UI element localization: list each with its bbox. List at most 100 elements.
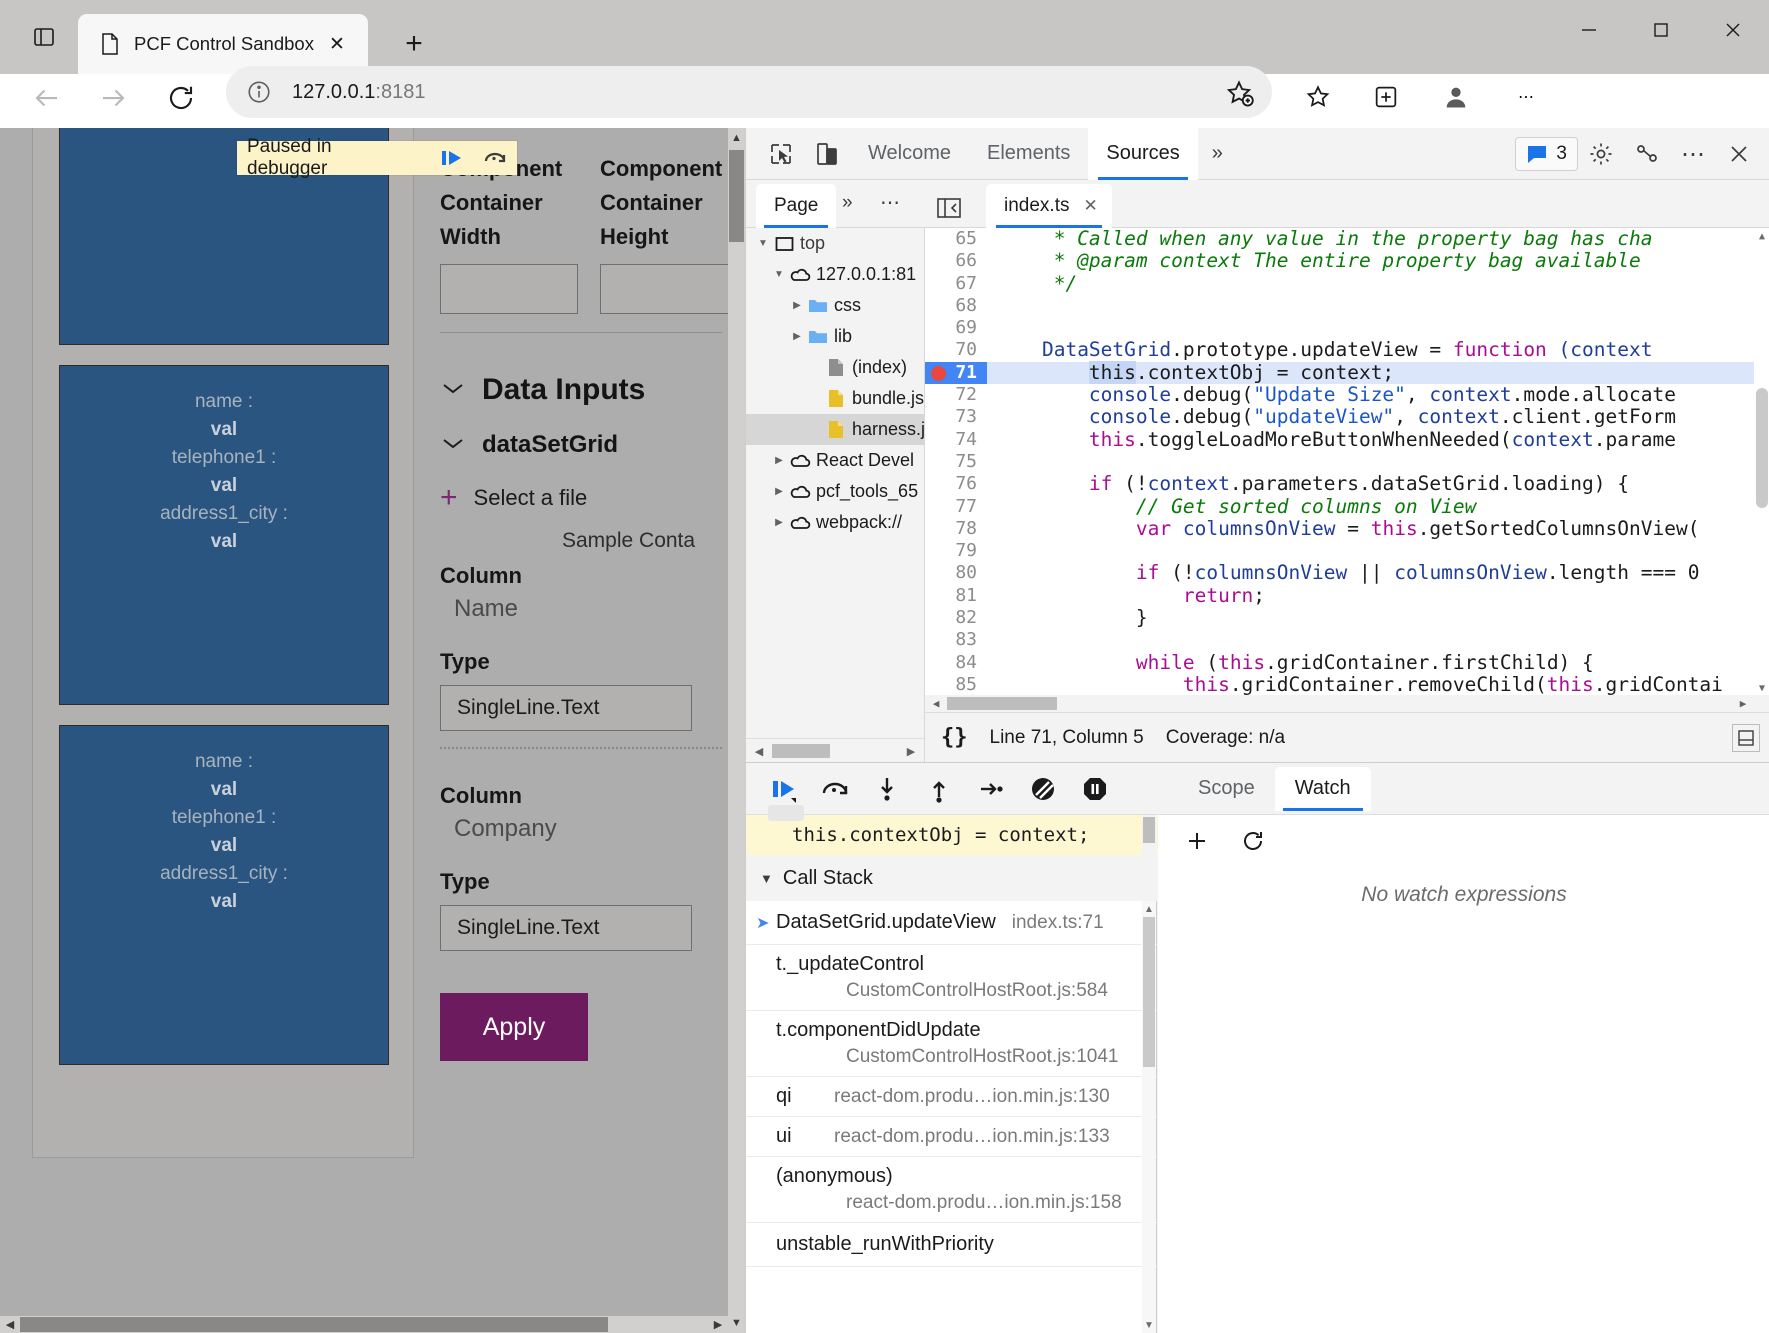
step-into-next-function-call-button[interactable] xyxy=(866,768,908,810)
page-horizontal-scrollbar[interactable]: ◀ ▶ xyxy=(0,1316,728,1333)
reload-button[interactable] xyxy=(154,71,208,125)
type-select[interactable]: SingleLine.Text xyxy=(440,905,692,951)
tree-node-react-devtools[interactable]: ▶ React Devel xyxy=(746,445,924,476)
devtools-more-icon[interactable]: ⋯ xyxy=(1670,131,1716,177)
sources-file-tree[interactable]: ▼ top ▼ 127.0.0.1:81 ▶ css xyxy=(746,228,924,738)
close-devtools-icon[interactable] xyxy=(1716,131,1762,177)
line-number[interactable]: 68 xyxy=(925,295,987,317)
type-select[interactable]: SingleLine.Text xyxy=(440,685,692,731)
code-line[interactable]: 69 xyxy=(925,317,1769,339)
scroll-right-arrow[interactable]: ▶ xyxy=(708,1316,728,1333)
paused-expression-scroll-thumb[interactable] xyxy=(1143,817,1155,843)
data-inputs-accordion[interactable]: Data Inputs xyxy=(440,373,725,407)
line-number[interactable]: 71 xyxy=(925,362,987,384)
code-line[interactable]: 75 xyxy=(925,451,1769,473)
issues-counter[interactable]: 3 xyxy=(1515,137,1578,171)
tree-hscroll-thumb[interactable] xyxy=(772,744,830,758)
code-line[interactable]: 72 console.debug("Update Size", context.… xyxy=(925,384,1769,406)
tree-scroll-right-arrow[interactable]: ▶ xyxy=(898,739,924,763)
step-out-of-current-function-button[interactable] xyxy=(918,768,960,810)
call-stack-item[interactable]: uireact-dom.produ…ion.min.js:133 xyxy=(746,1117,1157,1157)
call-stack-item[interactable]: t.componentDidUpdateCustomControlHostRoo… xyxy=(746,1011,1157,1077)
container-width-input[interactable] xyxy=(440,264,578,314)
editor-scroll-up-arrow[interactable]: ▲ xyxy=(1754,228,1769,244)
code-line[interactable]: 70 DataSetGrid.prototype.updateView = fu… xyxy=(925,339,1769,361)
add-watch-expression-icon[interactable] xyxy=(1180,824,1214,858)
editor-tab-index-ts[interactable]: index.ts ✕ xyxy=(986,184,1112,228)
call-stack-item[interactable]: (anonymous)react-dom.produ…ion.min.js:15… xyxy=(746,1157,1157,1223)
code-line[interactable]: 85 this.gridContainer.removeChild(this.g… xyxy=(925,674,1769,696)
add-favorite-icon[interactable] xyxy=(1224,78,1254,108)
twisty-icon[interactable]: ▶ xyxy=(770,486,788,497)
step-button[interactable] xyxy=(970,768,1012,810)
tree-node-origin[interactable]: ▼ 127.0.0.1:81 xyxy=(746,259,924,290)
paused-expression-scrollbar[interactable] xyxy=(1142,815,1156,855)
step-over-next-function-call-button[interactable] xyxy=(814,768,856,810)
column-value[interactable]: Name xyxy=(440,595,725,623)
column-value[interactable]: Company xyxy=(440,815,725,843)
editor-hscroll-thumb[interactable] xyxy=(947,697,1057,710)
line-number[interactable]: 66 xyxy=(925,250,987,272)
code-line[interactable]: 66 * @param context The entire property … xyxy=(925,250,1769,272)
line-number[interactable]: 69 xyxy=(925,317,987,339)
gear-icon[interactable] xyxy=(1578,131,1624,177)
open-drawer-icon[interactable] xyxy=(1732,724,1760,752)
call-stack-scroll-down-arrow[interactable]: ▼ xyxy=(1142,1317,1156,1333)
deactivate-breakpoints-button[interactable] xyxy=(1022,768,1064,810)
code-line[interactable]: 77 // Get sorted columns on View xyxy=(925,496,1769,518)
call-stack-scrollbar[interactable]: ▲ ▼ xyxy=(1142,901,1156,1333)
resume-script-button[interactable] xyxy=(429,141,473,175)
call-stack-scroll-thumb[interactable] xyxy=(1143,917,1155,1067)
tree-node-bundle-js[interactable]: bundle.js xyxy=(746,383,924,414)
line-number[interactable]: 85 xyxy=(925,674,987,696)
tree-node-index[interactable]: (index) xyxy=(746,352,924,383)
call-stack-item[interactable]: unstable_runWithPriority xyxy=(746,1223,1157,1267)
address-bar[interactable]: 127.0.0.1:8181 xyxy=(226,66,1272,118)
line-number[interactable]: 72 xyxy=(925,384,987,406)
sidebar-toggle-button[interactable] xyxy=(22,16,66,58)
call-stack-header[interactable]: ▼ Call Stack xyxy=(746,855,1157,901)
collapse-navigator-icon[interactable] xyxy=(932,194,966,222)
code-line[interactable]: 81 return; xyxy=(925,585,1769,607)
scroll-left-arrow[interactable]: ◀ xyxy=(0,1316,20,1333)
pretty-print-icon[interactable]: {} xyxy=(941,725,968,750)
twisty-icon[interactable]: ▶ xyxy=(770,455,788,466)
twisty-icon[interactable]: ▶ xyxy=(788,331,806,342)
inspect-element-icon[interactable] xyxy=(758,131,804,177)
code-line[interactable]: 83 xyxy=(925,629,1769,651)
grid-card[interactable]: name : val telephone1 : val address1_cit… xyxy=(59,365,389,705)
code-line[interactable]: 68 xyxy=(925,295,1769,317)
profile-icon[interactable] xyxy=(1428,69,1484,125)
page-vertical-scrollbar[interactable]: ▲ ▼ xyxy=(728,128,745,1333)
editor-vscroll-thumb[interactable] xyxy=(1756,388,1768,508)
tree-scroll-left-arrow[interactable]: ◀ xyxy=(746,739,772,763)
tree-node-lib[interactable]: ▶ lib xyxy=(746,321,924,352)
page-vscroll-thumb[interactable] xyxy=(729,150,744,242)
line-number[interactable]: 76 xyxy=(925,473,987,495)
line-number[interactable]: 78 xyxy=(925,518,987,540)
close-window-button[interactable] xyxy=(1697,0,1769,60)
container-height-input[interactable] xyxy=(600,264,738,314)
twisty-icon[interactable]: ▶ xyxy=(770,517,788,528)
minimize-button[interactable] xyxy=(1553,0,1625,60)
code-line[interactable]: 78 var columnsOnView = this.getSortedCol… xyxy=(925,518,1769,540)
line-number[interactable]: 70 xyxy=(925,339,987,361)
refresh-watch-icon[interactable] xyxy=(1236,824,1270,858)
code-line[interactable]: 67 */ xyxy=(925,273,1769,295)
forward-button[interactable] xyxy=(86,71,140,125)
customize-devtools-icon[interactable] xyxy=(1624,131,1670,177)
code-line-breakpoint[interactable]: 71 this.contextObj = context; xyxy=(925,362,1769,384)
code-line[interactable]: 76 if (!context.parameters.dataSetGrid.l… xyxy=(925,473,1769,495)
maximize-button[interactable] xyxy=(1625,0,1697,60)
editor-scroll-right-arrow[interactable]: ▶ xyxy=(1732,695,1754,712)
editor-horizontal-scrollbar[interactable]: ◀ ▶ xyxy=(925,695,1769,712)
browser-tab[interactable]: PCF Control Sandbox ✕ xyxy=(78,14,368,74)
code-line[interactable]: 82 } xyxy=(925,607,1769,629)
close-tab-icon[interactable]: ✕ xyxy=(324,31,350,57)
apply-button[interactable]: Apply xyxy=(440,993,588,1061)
sources-nav-more-icon[interactable]: » xyxy=(842,192,853,214)
line-number[interactable]: 67 xyxy=(925,273,987,295)
browser-more-icon[interactable]: ⋯ xyxy=(1498,69,1554,125)
line-number[interactable]: 79 xyxy=(925,540,987,562)
tree-node-css[interactable]: ▶ css xyxy=(746,290,924,321)
